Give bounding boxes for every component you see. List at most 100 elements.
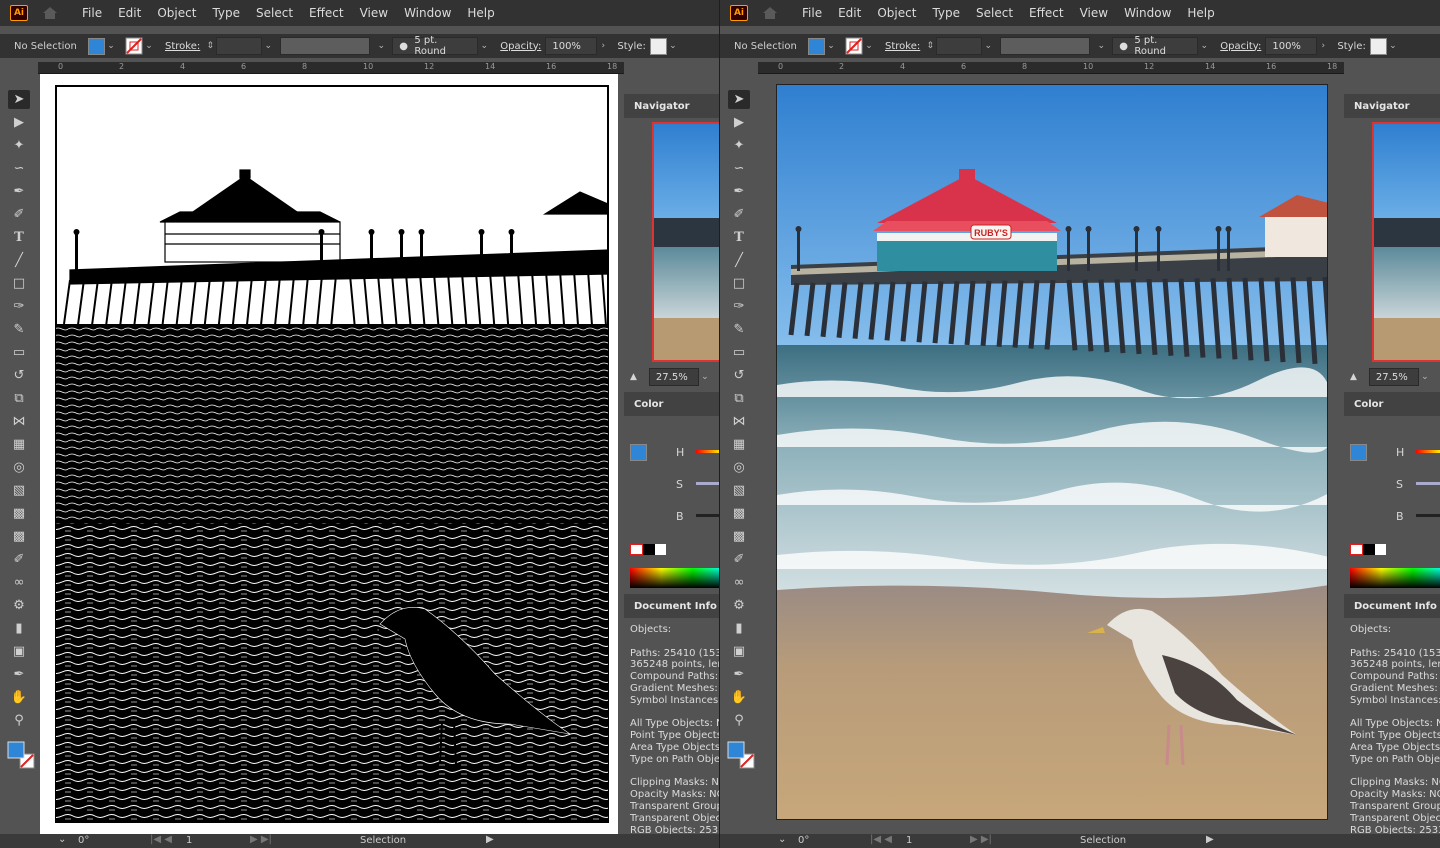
chevron-right-icon[interactable]: › (597, 41, 609, 51)
canvas[interactable] (38, 74, 624, 834)
play-icon[interactable]: ▶ (486, 834, 494, 845)
rotate-tool-icon[interactable]: ↺ (8, 366, 30, 385)
hue-slider[interactable] (1416, 450, 1440, 453)
menu-type[interactable]: Type (924, 0, 968, 26)
eraser-tool-icon[interactable]: ▭ (728, 343, 750, 362)
blend-tool-icon[interactable]: ∞ (728, 573, 750, 592)
none-black-white-swatches[interactable] (630, 544, 666, 555)
menu-help[interactable]: Help (1179, 0, 1222, 26)
perspective-grid-tool-icon[interactable]: ▧ (728, 481, 750, 500)
rotation-value[interactable]: 0° (798, 835, 809, 846)
color-fill-swatch[interactable] (630, 444, 647, 461)
perspective-grid-tool-icon[interactable]: ▧ (8, 481, 30, 500)
color-fill-swatch[interactable] (1350, 444, 1367, 461)
shape-builder-tool-icon[interactable]: ◎ (728, 458, 750, 477)
chevron-down-icon[interactable]: ⌄ (699, 372, 711, 382)
gradient-tool-icon[interactable]: ▩ (728, 527, 750, 546)
pencil-tool-icon[interactable]: ✎ (728, 320, 750, 339)
artboard-tool-icon[interactable]: ▣ (8, 642, 30, 661)
width-tool-icon[interactable]: ⋈ (728, 412, 750, 431)
variable-width-profile[interactable] (1000, 37, 1091, 55)
stroke-weight-input[interactable] (216, 37, 263, 55)
chevron-down-icon[interactable]: ⌄ (778, 834, 786, 845)
color-spectrum[interactable] (630, 568, 719, 588)
zoom-out-icon[interactable]: ▲ (1350, 372, 1357, 382)
opacity-label[interactable]: Opacity: (1220, 41, 1261, 52)
navigator-zoom-input[interactable]: 27.5% (1368, 368, 1419, 386)
menu-window[interactable]: Window (396, 0, 459, 26)
chevron-down-icon[interactable]: ⌄ (825, 41, 837, 51)
menu-object[interactable]: Object (869, 0, 924, 26)
stroke-label[interactable]: Stroke: (165, 41, 200, 52)
home-icon[interactable] (42, 6, 58, 20)
pen-tool-icon[interactable]: ✒ (728, 182, 750, 201)
curvature-tool-icon[interactable]: ✐ (8, 205, 30, 224)
next-artboard-icon[interactable]: ▶ ▶| (970, 834, 992, 845)
curvature-tool-icon[interactable]: ✐ (728, 205, 750, 224)
navigator-panel-title[interactable]: Navigator (1344, 94, 1440, 118)
play-icon[interactable]: ▶ (1206, 834, 1214, 845)
current-tool-status[interactable]: Selection (360, 835, 406, 846)
slice-tool-icon[interactable]: ✒ (728, 665, 750, 684)
artboard-tool-icon[interactable]: ▣ (728, 642, 750, 661)
stepper-icon[interactable]: ⇕ (204, 41, 216, 51)
zoom-tool-icon[interactable]: ⚲ (8, 711, 30, 730)
menu-window[interactable]: Window (1116, 0, 1179, 26)
hue-slider[interactable] (696, 450, 719, 453)
navigator-zoom-input[interactable]: 27.5% (648, 368, 699, 386)
opacity-input[interactable]: 100% (1265, 37, 1318, 55)
artboard[interactable] (40, 74, 618, 834)
eraser-tool-icon[interactable]: ▭ (8, 343, 30, 362)
stroke-none-swatch[interactable] (125, 37, 143, 55)
eyedropper-tool-icon[interactable]: ✐ (728, 550, 750, 569)
saturation-slider[interactable] (1416, 482, 1440, 485)
menu-view[interactable]: View (352, 0, 396, 26)
scale-tool-icon[interactable]: ⧉ (728, 389, 750, 408)
fill-stroke-indicator[interactable] (6, 740, 36, 770)
chevron-down-icon[interactable]: ⌄ (58, 834, 66, 845)
menu-object[interactable]: Object (149, 0, 204, 26)
slice-tool-icon[interactable]: ✒ (8, 665, 30, 684)
document-info-title[interactable]: Document Info (624, 594, 719, 618)
home-icon[interactable] (762, 6, 778, 20)
chevron-down-icon[interactable]: ⌄ (370, 41, 392, 51)
next-artboard-icon[interactable]: ▶ ▶| (250, 834, 272, 845)
fill-swatch[interactable] (808, 37, 825, 55)
first-artboard-icon[interactable]: |◀ ◀ (150, 834, 172, 845)
magic-wand-tool-icon[interactable]: ✦ (728, 136, 750, 155)
pen-tool-icon[interactable]: ✒ (8, 182, 30, 201)
variable-width-profile[interactable] (280, 37, 371, 55)
menu-file[interactable]: File (794, 0, 830, 26)
chevron-down-icon[interactable]: ⌄ (105, 41, 117, 51)
shape-builder-tool-icon[interactable]: ◎ (8, 458, 30, 477)
chevron-down-icon[interactable]: ⌄ (863, 41, 875, 51)
navigator-panel-title[interactable]: Navigator (624, 94, 719, 118)
color-panel-title[interactable]: Color (1344, 392, 1440, 416)
line-tool-icon[interactable]: ╱ (8, 251, 30, 270)
magic-wand-tool-icon[interactable]: ✦ (8, 136, 30, 155)
graphic-style-swatch[interactable] (1369, 37, 1387, 55)
navigator-thumbnail[interactable] (1372, 122, 1440, 362)
artboard[interactable]: RUBY'S (776, 84, 1328, 820)
brush-definition[interactable]: ● 5 pt. Round (392, 35, 479, 57)
zoom-out-icon[interactable]: ▲ (630, 372, 637, 382)
free-transform-tool-icon[interactable]: ▦ (728, 435, 750, 454)
column-graph-tool-icon[interactable]: ▮ (8, 619, 30, 638)
chevron-down-icon[interactable]: ⌄ (143, 41, 155, 51)
menu-select[interactable]: Select (248, 0, 301, 26)
paintbrush-tool-icon[interactable]: ✑ (728, 297, 750, 316)
color-spectrum[interactable] (1350, 568, 1440, 588)
menu-edit[interactable]: Edit (110, 0, 149, 26)
none-black-white-swatches[interactable] (1350, 544, 1386, 555)
eyedropper-tool-icon[interactable]: ✐ (8, 550, 30, 569)
menu-view[interactable]: View (1072, 0, 1116, 26)
chevron-down-icon[interactable]: ⌄ (667, 41, 679, 51)
chevron-down-icon[interactable]: ⌄ (1198, 41, 1210, 51)
graphic-style-swatch[interactable] (649, 37, 667, 55)
blend-tool-icon[interactable]: ∞ (8, 573, 30, 592)
selection-tool-icon[interactable]: ➤ (728, 90, 750, 109)
selection-tool-icon[interactable]: ➤ (8, 90, 30, 109)
menu-select[interactable]: Select (968, 0, 1021, 26)
rotation-value[interactable]: 0° (78, 835, 89, 846)
color-panel-title[interactable]: Color (624, 392, 719, 416)
